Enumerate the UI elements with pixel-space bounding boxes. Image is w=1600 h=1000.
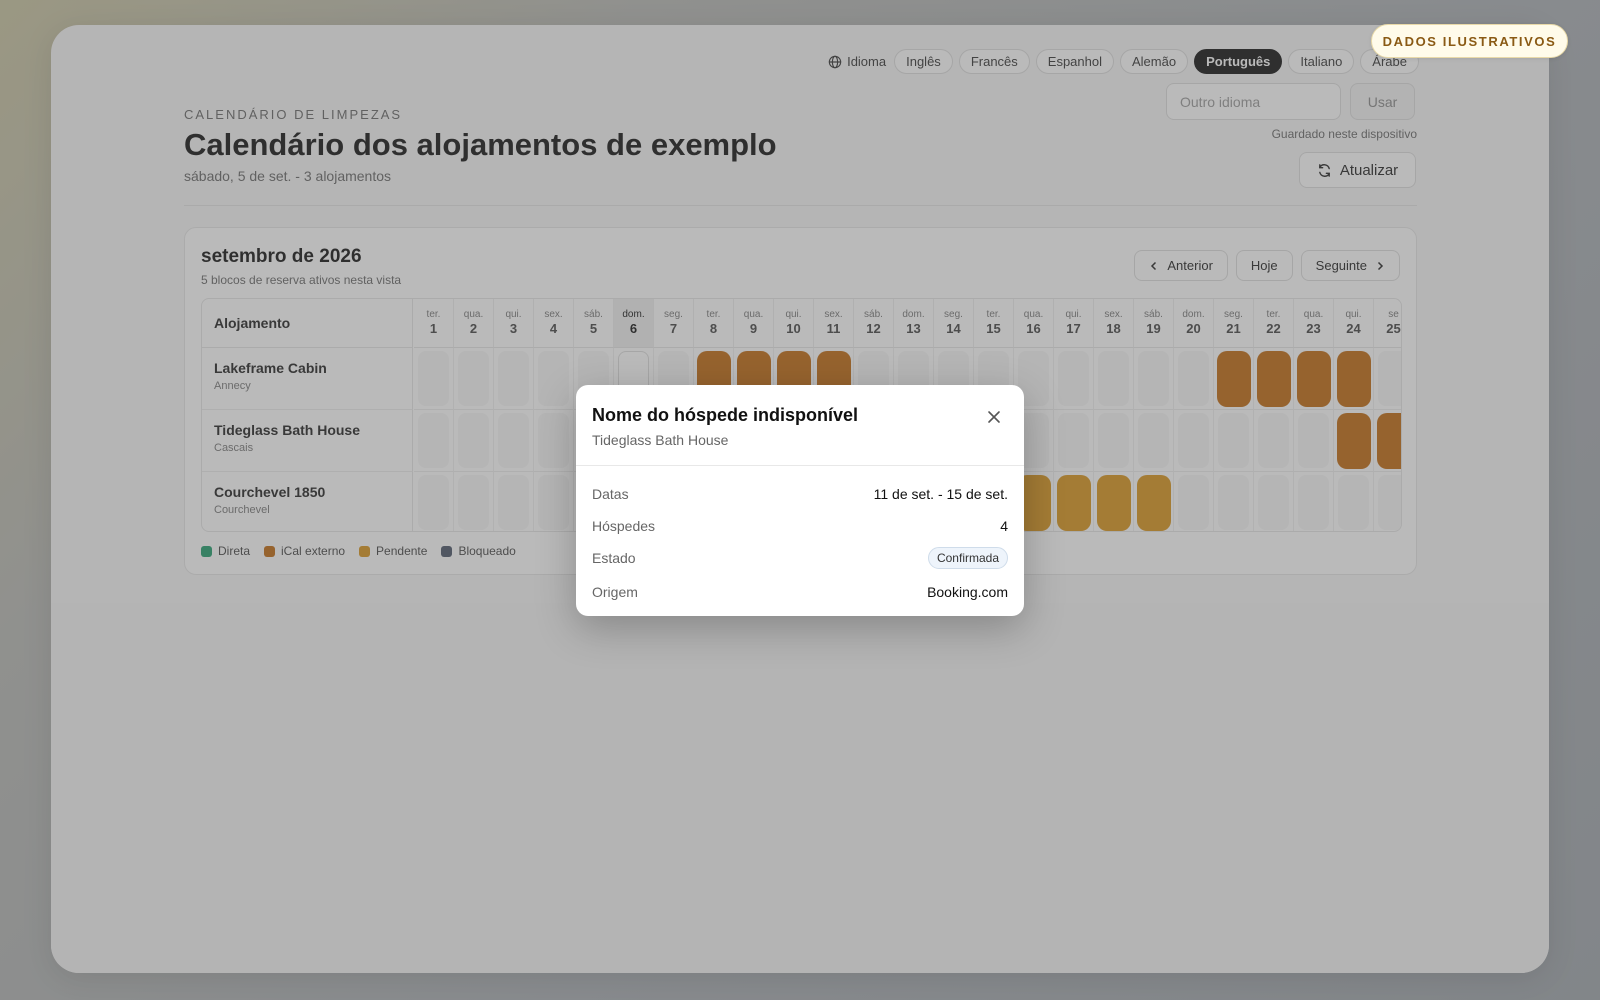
modal-title: Nome do hóspede indisponível xyxy=(592,405,859,425)
illustrative-data-badge: DADOS ILUSTRATIVOS xyxy=(1371,24,1568,58)
detail-key: Hóspedes xyxy=(592,518,656,534)
status-badge: Confirmada xyxy=(927,547,1008,569)
detail-value: 4 xyxy=(1000,518,1008,534)
detail-value: Booking.com xyxy=(927,584,1008,600)
detail-row-status: Estado Confirmada xyxy=(592,547,1008,569)
close-button[interactable] xyxy=(984,407,1004,427)
detail-row-guests: Hóspedes 4 xyxy=(592,515,1008,537)
booking-detail-modal: Nome do hóspede indisponível Tideglass B… xyxy=(576,385,1024,616)
detail-value: 11 de set. - 15 de set. xyxy=(873,486,1008,502)
detail-key: Estado xyxy=(592,550,636,566)
modal-divider xyxy=(576,465,1024,466)
close-icon xyxy=(988,411,1000,423)
detail-row-dates: Datas 11 de set. - 15 de set. xyxy=(592,483,1008,505)
detail-key: Origem xyxy=(592,584,638,600)
modal-subtitle: Tideglass Bath House xyxy=(592,432,729,448)
detail-key: Datas xyxy=(592,486,629,502)
detail-row-source: Origem Booking.com xyxy=(592,581,1008,603)
